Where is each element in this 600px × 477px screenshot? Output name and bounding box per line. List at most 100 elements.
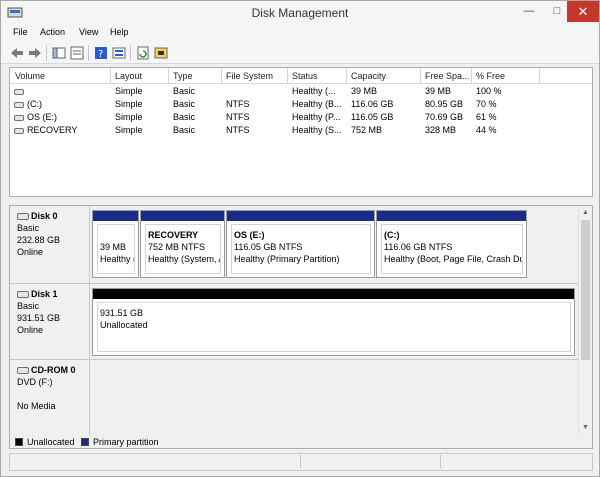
file-system-cell: NTFS <box>226 125 250 135</box>
partition-size: 39 MB <box>100 242 127 252</box>
legend-unallocated-label: Unallocated <box>27 437 75 447</box>
column-divider[interactable] <box>221 68 222 84</box>
scroll-down-icon[interactable]: ▼ <box>579 421 592 435</box>
file-system-cell: NTFS <box>226 99 250 109</box>
disk-partitions-area <box>90 360 578 435</box>
disk-icon <box>17 291 29 299</box>
volume-row[interactable]: (C:) Simple Basic NTFS Healthy (B... 116… <box>10 98 592 111</box>
disk-size: 931.51 GB <box>17 313 61 323</box>
partition-color-bar <box>227 211 374 221</box>
partition-unallocated[interactable]: 931.51 GB Unallocated <box>92 288 575 356</box>
close-button[interactable]: ✕ <box>567 1 599 22</box>
disk-kind: DVD (F:) <box>17 377 53 387</box>
disk-label-disk-1[interactable]: Disk 1 Basic 931.51 GB Online <box>10 284 90 360</box>
disk-label-disk-0[interactable]: Disk 0 Basic 232.88 GB Online <box>10 206 90 284</box>
partition-size: 931.51 GB <box>100 308 144 318</box>
help-icon[interactable]: ? <box>93 45 109 61</box>
column-divider[interactable] <box>110 68 111 84</box>
free-space-cell: 70.69 GB <box>425 112 464 122</box>
partition-recovery[interactable]: RECOVERY 752 MB NTFS Healthy (System, A <box>140 210 225 278</box>
volume-row[interactable]: Simple Basic Healthy (... 39 MB 39 MB 10… <box>10 85 592 98</box>
menu-help[interactable]: Help <box>110 27 129 37</box>
toolbar-separator <box>46 45 47 61</box>
percent-free-cell: 100 % <box>476 86 502 96</box>
menu-action[interactable]: Action <box>40 27 65 37</box>
disk-graphical-view: Disk 0 Basic 232.88 GB Online 39 MB Heal… <box>9 205 593 436</box>
column-divider[interactable] <box>287 68 288 84</box>
partition-name: (C:) <box>384 230 400 240</box>
partition-color-bar <box>377 211 526 221</box>
column-header-capacity[interactable]: Capacity <box>351 71 386 81</box>
toolbar-separator <box>88 45 89 61</box>
column-header-status[interactable]: Status <box>292 71 318 81</box>
disk-kind: Basic <box>17 223 40 233</box>
back-icon[interactable] <box>9 45 25 61</box>
disk-row-disk-1: Disk 1 Basic 931.51 GB Online 931.51 GB … <box>10 284 578 360</box>
column-header-layout[interactable]: Layout <box>115 71 142 81</box>
column-divider[interactable] <box>168 68 169 84</box>
properties-icon[interactable] <box>69 45 85 61</box>
partition-39mb[interactable]: 39 MB Healthy ( <box>92 210 139 278</box>
disk-name: Disk 1 <box>31 289 58 299</box>
minimize-button[interactable]: — <box>515 1 543 22</box>
volume-cell: RECOVERY <box>14 125 77 135</box>
title-bar[interactable]: Disk Management — □ ✕ <box>1 1 599 24</box>
status-cell: Healthy (... <box>292 86 336 96</box>
status-cell: Healthy (P... <box>292 112 341 122</box>
volume-list-header: Volume Layout Type File System Status Ca… <box>10 68 592 84</box>
volume-cell: (C:) <box>14 99 42 109</box>
menu-file[interactable]: File <box>13 27 28 37</box>
column-header-type[interactable]: Type <box>173 71 193 81</box>
capacity-cell: 116.06 GB <box>351 99 394 109</box>
status-cell: Healthy (S... <box>292 125 342 135</box>
volume-list: Volume Layout Type File System Status Ca… <box>9 67 593 197</box>
column-header-volume[interactable]: Volume <box>15 71 45 81</box>
disk-state: No Media <box>17 401 56 411</box>
column-divider[interactable] <box>420 68 421 84</box>
column-divider[interactable] <box>471 68 472 84</box>
menu-bar: File Action View Help <box>1 24 599 42</box>
column-header-free-space[interactable]: Free Spa... <box>425 71 470 81</box>
refresh-icon[interactable] <box>135 45 151 61</box>
volume-icon <box>14 101 24 108</box>
volume-icon <box>14 114 24 121</box>
partition-c[interactable]: (C:) 116.06 GB NTFS Healthy (Boot, Page … <box>376 210 527 278</box>
column-header-file-system[interactable]: File System <box>226 71 273 81</box>
disk-row-disk-0: Disk 0 Basic 232.88 GB Online 39 MB Heal… <box>10 206 578 284</box>
scroll-up-icon[interactable]: ▲ <box>579 206 592 220</box>
forward-icon[interactable] <box>27 45 43 61</box>
status-separator <box>300 455 301 469</box>
partition-status: Healthy (Primary Partition) <box>234 254 340 264</box>
legend-primary-label: Primary partition <box>93 437 159 447</box>
scroll-thumb[interactable] <box>581 220 590 360</box>
help-topic-icon[interactable] <box>111 45 127 61</box>
capacity-cell: 752 MB <box>351 125 383 135</box>
layout-cell: Simple <box>115 86 143 96</box>
type-cell: Basic <box>173 112 196 122</box>
layout-cell: Simple <box>115 112 143 122</box>
volume-cell <box>14 86 27 96</box>
disk-partitions-area: 931.51 GB Unallocated <box>90 284 578 360</box>
column-header-percent-free[interactable]: % Free <box>476 71 505 81</box>
vertical-scrollbar[interactable]: ▲ ▼ <box>578 206 592 435</box>
menu-view[interactable]: View <box>79 27 98 37</box>
type-cell: Basic <box>173 125 196 135</box>
volume-row[interactable]: RECOVERY Simple Basic NTFS Healthy (S...… <box>10 124 592 137</box>
partition-size: 116.06 GB NTFS <box>384 242 453 252</box>
volume-row[interactable]: OS (E:) Simple Basic NTFS Healthy (P... … <box>10 111 592 124</box>
disk-label-cdrom-0[interactable]: CD-ROM 0 DVD (F:) No Media <box>10 360 90 435</box>
status-cell: Healthy (B... <box>292 99 342 109</box>
status-bar <box>9 453 593 471</box>
partition-color-bar <box>93 289 574 299</box>
legend: Unallocated Primary partition <box>9 435 593 449</box>
volume-icon <box>14 127 24 134</box>
column-divider[interactable] <box>346 68 347 84</box>
partition-body: 39 MB Healthy ( <box>97 224 135 274</box>
column-divider[interactable] <box>539 68 540 84</box>
console-tree-icon[interactable] <box>51 45 67 61</box>
partition-os-e[interactable]: OS (E:) 116.05 GB NTFS Healthy (Primary … <box>226 210 375 278</box>
percent-free-cell: 70 % <box>476 99 497 109</box>
capacity-cell: 116.05 GB <box>351 112 394 122</box>
rescan-icon[interactable] <box>153 45 169 61</box>
percent-free-cell: 61 % <box>476 112 497 122</box>
